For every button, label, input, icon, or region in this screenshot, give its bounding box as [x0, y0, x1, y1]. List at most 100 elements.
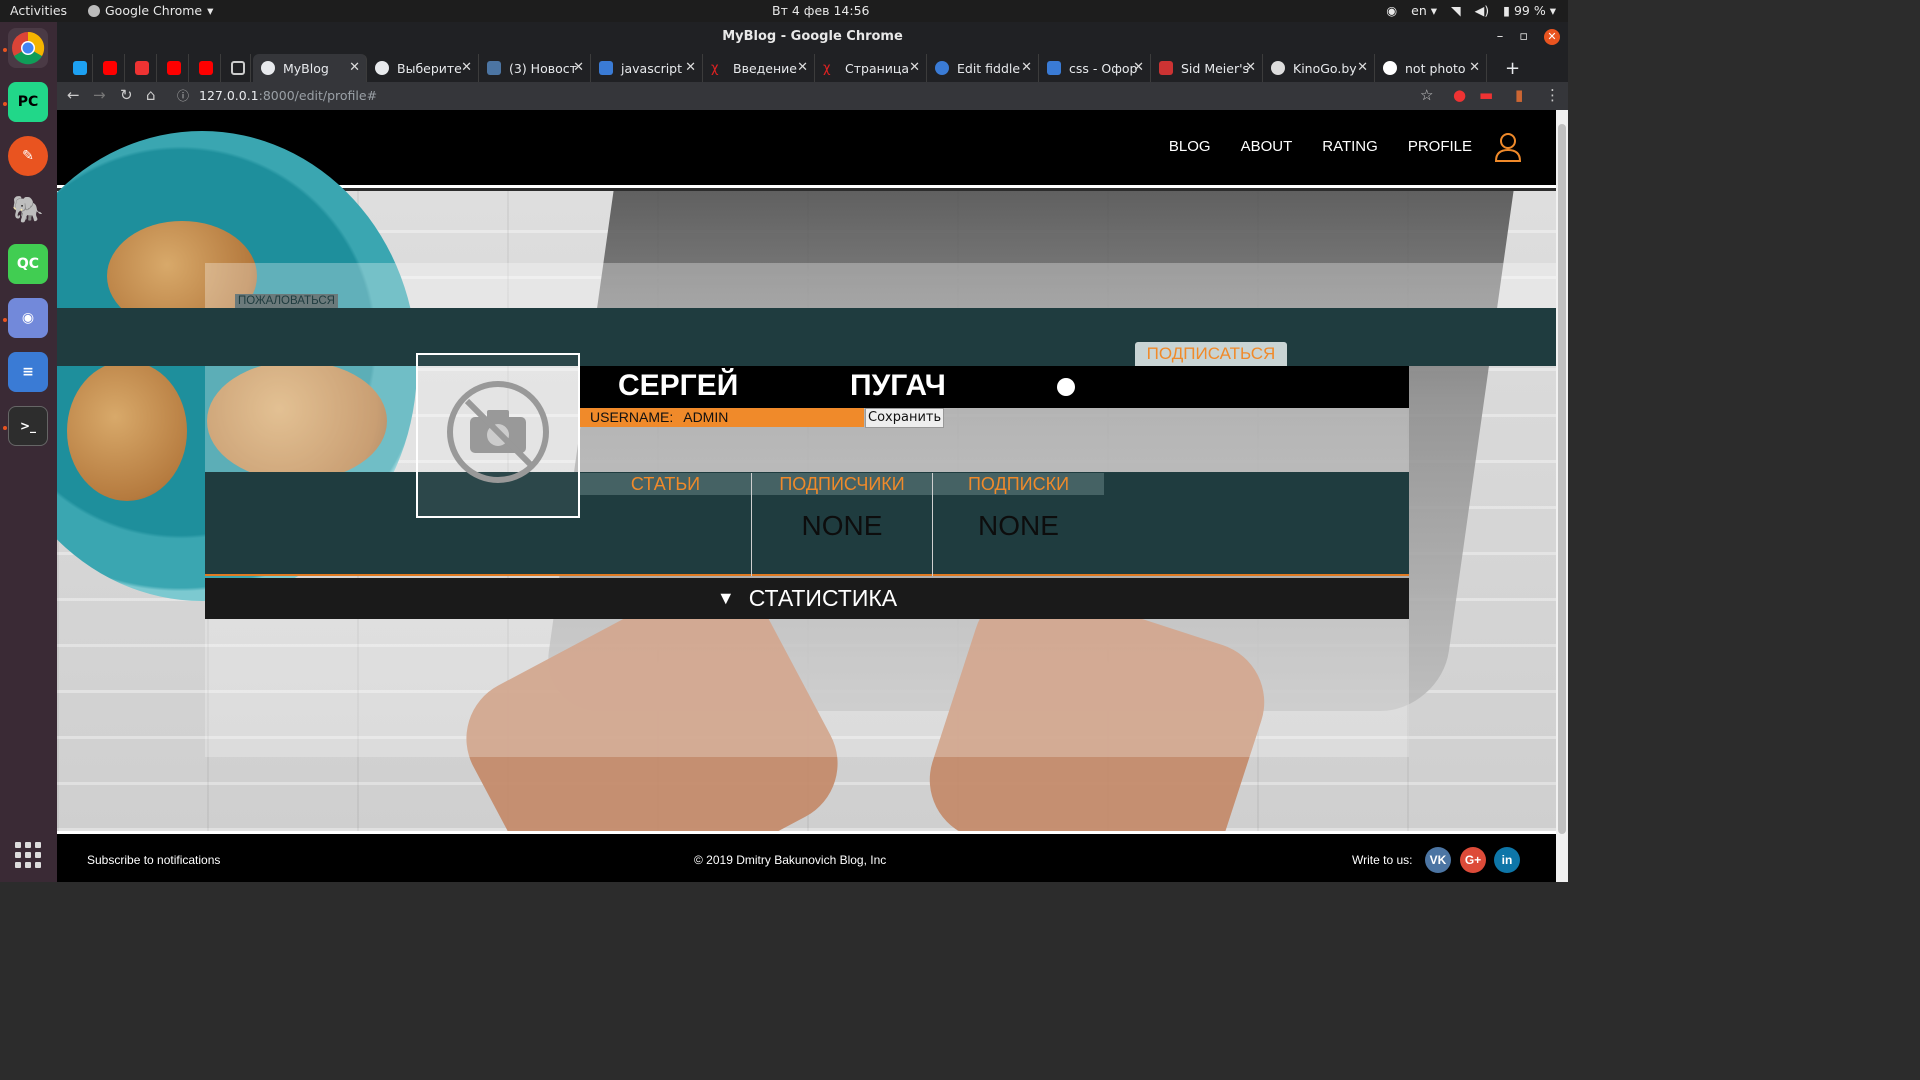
- tab[interactable]: not photo ✕: [1375, 54, 1487, 82]
- user-icon[interactable]: [1494, 132, 1522, 162]
- tab-close-icon[interactable]: ✕: [573, 60, 584, 75]
- nav-rating[interactable]: RATING: [1322, 138, 1378, 155]
- save-button[interactable]: Сохранить: [865, 408, 945, 428]
- tab[interactable]: Edit fiddle ✕: [927, 54, 1039, 82]
- overlay-band: [205, 263, 1556, 308]
- cookie-image: [67, 361, 187, 501]
- linkedin-icon[interactable]: in: [1494, 847, 1520, 873]
- terminal-dock-icon[interactable]: >_: [8, 406, 48, 446]
- web-page: BLOG ABOUT RATING PROFILE ПОЖАЛОВАТЬСЯ П…: [57, 110, 1556, 882]
- tab[interactable]: χ Страница ✕: [815, 54, 927, 82]
- statistics-toggle[interactable]: ▼ СТАТИСТИКА: [205, 578, 1409, 619]
- reload-icon[interactable]: ↻: [120, 86, 133, 104]
- pinned-tab[interactable]: [191, 54, 221, 82]
- pinned-tab[interactable]: [159, 54, 189, 82]
- system-tray[interactable]: ◉ en ▾ ◥ ◀) ▮ 99 % ▾: [1386, 3, 1556, 18]
- site-footer: Subscribe to notifications © 2019 Dmitry…: [57, 831, 1556, 882]
- tab-label: not photo: [1405, 60, 1466, 76]
- tab-close-icon[interactable]: ✕: [1133, 60, 1144, 75]
- tab-myblog[interactable]: MyBlog ✕: [253, 54, 367, 82]
- tab[interactable]: javascript ✕: [591, 54, 703, 82]
- tab-close-icon[interactable]: ✕: [1245, 60, 1256, 75]
- tab[interactable]: Выберите ✕: [367, 54, 479, 82]
- text-editor-dock-icon[interactable]: ≡: [8, 352, 48, 392]
- tab-favicon: [1271, 61, 1285, 75]
- stackoverflow-icon: [1047, 61, 1061, 75]
- app-menu[interactable]: Google Chrome ▾: [88, 3, 213, 18]
- new-tab-button[interactable]: +: [1497, 54, 1525, 82]
- tab-close-icon[interactable]: ✕: [461, 60, 472, 75]
- followers-header[interactable]: ПОДПИСЧИКИ: [752, 473, 932, 495]
- avatar[interactable]: [416, 353, 580, 518]
- youtube-icon: [103, 61, 117, 75]
- maximize-icon[interactable]: ▫: [1519, 22, 1528, 52]
- tab[interactable]: (3) Новост ✕: [479, 54, 591, 82]
- tab[interactable]: Sid Meier's ✕: [1151, 54, 1263, 82]
- pinned-tab[interactable]: [223, 54, 251, 82]
- tab-label: Выберите: [397, 60, 462, 76]
- discord-tray-icon[interactable]: ◉: [1386, 3, 1397, 18]
- vk-icon[interactable]: VK: [1425, 847, 1451, 873]
- tab-close-icon[interactable]: ✕: [685, 60, 696, 75]
- report-button[interactable]: ПОЖАЛОВАТЬСЯ: [235, 294, 338, 308]
- subscribe-button[interactable]: ПОДПИСАТЬСЯ: [1135, 342, 1287, 366]
- globe-icon: [261, 61, 275, 75]
- pycharm-dock-icon[interactable]: PC: [8, 82, 48, 122]
- tab-close-icon[interactable]: ✕: [1469, 60, 1480, 75]
- language-indicator[interactable]: en ▾: [1411, 3, 1437, 18]
- clock[interactable]: Вт 4 фев 14:56: [772, 3, 870, 18]
- discord-dock-icon[interactable]: ◉: [8, 298, 48, 338]
- nav-blog[interactable]: BLOG: [1169, 138, 1211, 155]
- first-name[interactable]: СЕРГЕЙ: [618, 369, 738, 403]
- username-field[interactable]: USERNAME: ADMIN: [580, 408, 864, 427]
- scrollbar-thumb[interactable]: [1558, 124, 1566, 834]
- tab-close-icon[interactable]: ✕: [1357, 60, 1368, 75]
- tab-close-icon[interactable]: ✕: [1021, 60, 1032, 75]
- running-indicator: [3, 426, 7, 430]
- following-header[interactable]: ПОДПИСКИ: [933, 473, 1104, 495]
- extension-icon[interactable]: ▮: [1515, 86, 1523, 104]
- tab-label: MyBlog: [283, 60, 329, 76]
- menu-kebab-icon[interactable]: ⋮: [1545, 86, 1560, 104]
- copyright: © 2019 Dmitry Bakunovich Blog, Inc: [694, 853, 887, 867]
- google-plus-icon[interactable]: G+: [1460, 847, 1486, 873]
- system-top-bar: Activities Google Chrome ▾ Вт 4 фев 14:5…: [0, 0, 1568, 22]
- address-bar[interactable]: ⓘ 127.0.0.1:8000/edit/profile#: [169, 83, 1509, 109]
- tab[interactable]: css - Офор ✕: [1039, 54, 1151, 82]
- tab-strip: MyBlog ✕ Выберите ✕ (3) Новост ✕ javascript…: [57, 52, 1568, 82]
- nav-about[interactable]: ABOUT: [1241, 138, 1293, 155]
- show-applications-icon[interactable]: [15, 842, 41, 868]
- tab-label: css - Офор: [1069, 60, 1138, 76]
- url-path: :8000/edit/profile#: [258, 88, 378, 103]
- extension-icon[interactable]: ▬: [1479, 86, 1493, 104]
- tab-close-icon[interactable]: ✕: [909, 60, 920, 75]
- minimize-icon[interactable]: –: [1497, 22, 1504, 52]
- extension-icon[interactable]: ●: [1453, 86, 1466, 104]
- pinned-tab[interactable]: [95, 54, 125, 82]
- tab-close-icon[interactable]: ✕: [797, 60, 808, 75]
- home-icon[interactable]: ⌂: [146, 86, 156, 104]
- postman-dock-icon[interactable]: ✎: [8, 136, 48, 176]
- qtcreator-dock-icon[interactable]: QC: [8, 244, 48, 284]
- last-name[interactable]: ПУГАЧ: [850, 369, 946, 403]
- tab[interactable]: KinoGo.by ✕: [1263, 54, 1375, 82]
- wifi-icon: ◥: [1451, 3, 1461, 18]
- pinned-tab[interactable]: [65, 54, 93, 82]
- nav-profile[interactable]: PROFILE: [1408, 138, 1472, 155]
- bookmark-star-icon[interactable]: ☆: [1420, 86, 1433, 104]
- info-icon[interactable]: ⓘ: [177, 83, 189, 109]
- back-icon[interactable]: ←: [67, 86, 80, 104]
- profile-top-band: [57, 308, 1556, 366]
- close-window-icon[interactable]: ✕: [1544, 29, 1560, 45]
- forward-icon[interactable]: →: [93, 86, 106, 104]
- tab-close-icon[interactable]: ✕: [349, 60, 360, 75]
- postgres-dock-icon[interactable]: 🐘: [8, 190, 48, 230]
- articles-header[interactable]: СТАТЬИ: [580, 473, 751, 495]
- activities-button[interactable]: Activities: [10, 3, 67, 18]
- page-scrollbar[interactable]: [1556, 110, 1568, 882]
- subscribe-notifications-link[interactable]: Subscribe to notifications: [87, 853, 220, 867]
- running-indicator: [3, 102, 7, 106]
- tab[interactable]: χ Введение ✕: [703, 54, 815, 82]
- chrome-dock-icon[interactable]: [8, 28, 48, 68]
- pinned-tab[interactable]: [127, 54, 157, 82]
